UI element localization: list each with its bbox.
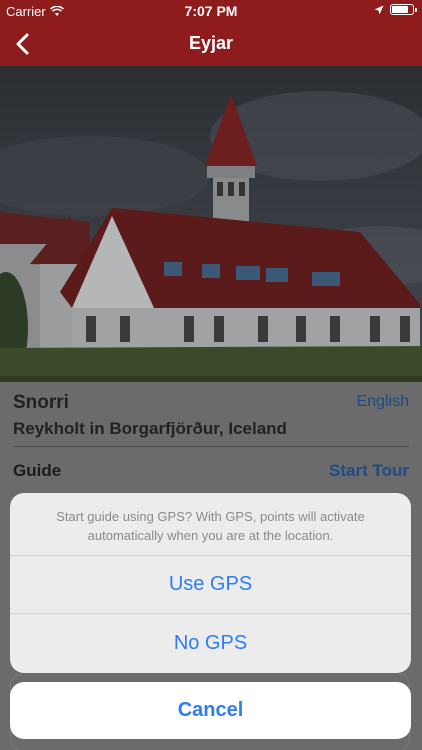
place-location: Reykholt in Borgarfjörður, Iceland (13, 419, 287, 438)
church-photo (0, 66, 422, 382)
gps-action-sheet: Start guide using GPS? With GPS, points … (10, 493, 411, 673)
start-tour-link[interactable]: Start Tour (329, 461, 409, 481)
guide-label: Guide (13, 461, 62, 480)
use-gps-button[interactable]: Use GPS (10, 556, 411, 614)
battery-fill (392, 6, 408, 13)
cancel-button[interactable]: Cancel (10, 682, 411, 739)
hero-photo (0, 66, 422, 382)
language-link[interactable]: English (357, 393, 409, 411)
nav-title: Eyjar (188, 33, 234, 53)
status-time: 7:07 PM (184, 3, 238, 19)
place-name: Snorri (13, 392, 69, 413)
no-gps-button[interactable]: No GPS (10, 614, 411, 672)
top-bar: Carrier 7:07 PM Eyjar (0, 0, 422, 66)
divider (13, 446, 409, 447)
status-bar: Carrier 7:07 PM (0, 0, 422, 22)
status-right (374, 4, 417, 15)
location-arrow-icon (374, 5, 384, 14)
action-sheet-message: Start guide using GPS? With GPS, points … (10, 493, 411, 556)
navigation-bar: Eyjar (0, 22, 422, 66)
battery-icon (390, 4, 417, 15)
